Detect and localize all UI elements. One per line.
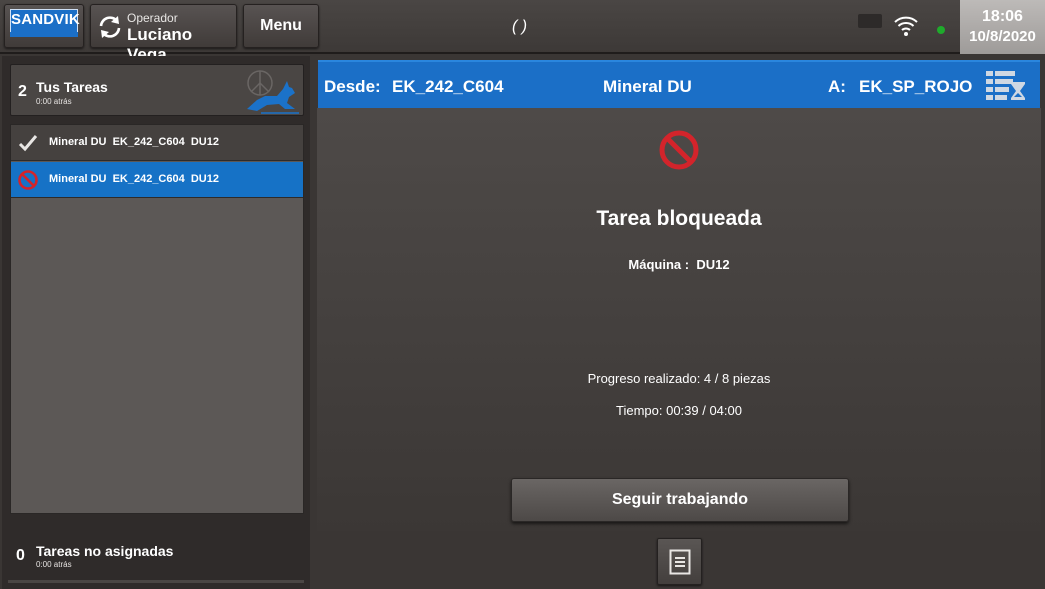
battery-icon <box>858 14 882 28</box>
sidebar: 2 Tus Tareas 0:00 atrás Mineral DU EK_24… <box>2 56 310 589</box>
queue-hourglass-icon[interactable] <box>984 68 1028 104</box>
center-status: ( ) <box>512 18 528 35</box>
logo-button[interactable]: SANDVIK <box>4 4 84 48</box>
task-list: Mineral DU EK_242_C604 DU12 Mineral DU E… <box>10 124 304 514</box>
menu-button[interactable]: Menu <box>243 4 319 48</box>
your-tasks-updated: 0:00 atrás <box>36 97 72 106</box>
clock: 18:06 10/8/2020 <box>960 0 1045 54</box>
operator-label: Operador <box>127 11 178 25</box>
task-detail-panel: Tarea bloqueada Máquina : DU12 Progreso … <box>317 108 1041 531</box>
your-tasks-header[interactable]: 2 Tus Tareas 0:00 atrás <box>10 64 304 116</box>
task-row-label: Mineral DU EK_242_C604 DU12 <box>49 173 219 185</box>
check-icon <box>18 135 38 152</box>
route-bar: Desde: EK_242_C604 Mineral DU A: EK_SP_R… <box>318 60 1040 108</box>
connection-status-dot <box>937 26 945 34</box>
continue-working-button[interactable]: Seguir trabajando <box>511 478 849 522</box>
blocked-icon <box>659 130 699 170</box>
sync-icon <box>99 16 121 38</box>
top-bar: SANDVIK Operador Luciano Vega Menu ( ) 1… <box>0 0 1045 64</box>
unassigned-title: Tareas no asignadas <box>36 543 174 559</box>
to-location: EK_SP_ROJO <box>859 77 973 96</box>
to-label: A: <box>828 77 846 96</box>
blocked-icon <box>18 170 38 190</box>
clock-time: 18:06 <box>982 8 1023 25</box>
sandvik-logo: SANDVIK <box>10 9 80 33</box>
unassigned-updated: 0:00 atrás <box>36 560 72 569</box>
from-label: Desde: <box>324 77 381 96</box>
operator-button[interactable]: Operador Luciano Vega <box>90 4 237 64</box>
task-status-title: Tarea bloqueada <box>596 207 762 230</box>
unassigned-divider <box>8 580 304 583</box>
from-location: EK_242_C604 <box>392 77 504 96</box>
machine-info: Máquina : DU12 <box>317 257 1041 272</box>
unassigned-tasks-header[interactable]: 0 Tareas no asignadas 0:00 atrás <box>2 526 310 581</box>
clock-date: 10/8/2020 <box>969 28 1036 45</box>
footer-bar <box>317 531 1045 589</box>
your-tasks-count: 2 <box>18 83 27 100</box>
machine-label: Máquina : <box>628 257 690 272</box>
rabbit-speed-icon <box>247 70 299 114</box>
task-row-label: Mineral DU EK_242_C604 DU12 <box>49 136 219 148</box>
your-tasks-title: Tus Tareas <box>36 79 108 95</box>
logo-underline <box>10 32 78 37</box>
task-row-selected[interactable]: Mineral DU EK_242_C604 DU12 <box>11 162 303 198</box>
task-row[interactable]: Mineral DU EK_242_C604 DU12 <box>11 125 303 161</box>
document-button[interactable] <box>657 538 702 585</box>
machine-value: DU12 <box>696 257 730 272</box>
unassigned-count: 0 <box>16 547 25 564</box>
progress-text: Progreso realizado: 4 / 8 piezas <box>587 371 771 386</box>
material-name: Mineral DU <box>603 77 692 96</box>
time-text: Tiempo: 00:39 / 04:00 <box>616 403 742 418</box>
document-icon <box>669 549 691 575</box>
wifi-icon <box>894 16 918 36</box>
